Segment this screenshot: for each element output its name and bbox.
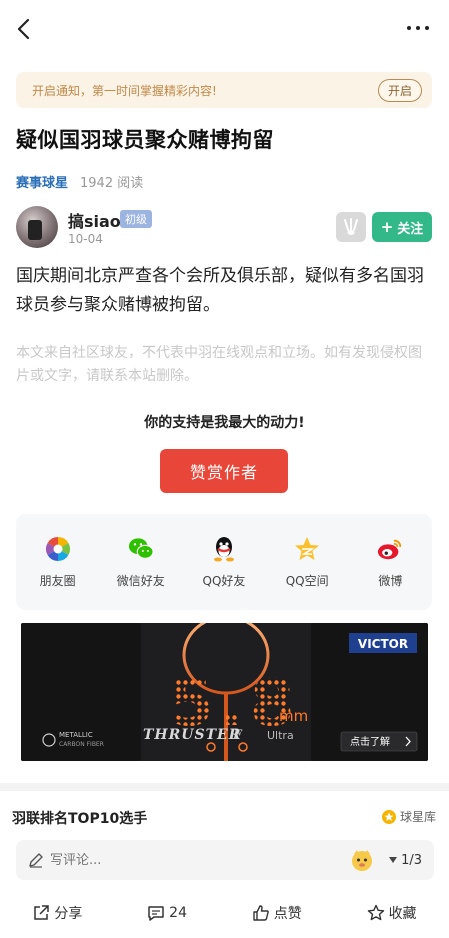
player-library-label: 球星库	[399, 810, 436, 824]
share-label: 微信好友	[116, 573, 165, 588]
pencil-icon	[29, 853, 43, 868]
author-level-badge: 初级	[120, 210, 152, 228]
ad-cta: 点击了解	[350, 735, 390, 748]
article-title: 疑似国羽球员聚众赌博拘留	[16, 128, 274, 152]
player-library-link[interactable]: 球星库	[381, 808, 436, 825]
follow-label: 关注	[397, 221, 424, 237]
favorite-label: 收藏	[388, 906, 417, 922]
comment-bar: 1/3	[16, 840, 434, 880]
star-badge-icon	[381, 809, 396, 824]
enable-notification-button[interactable]: 开启	[377, 78, 422, 102]
reward-author-button[interactable]: 赞赏作者	[160, 449, 288, 493]
ad-tag-sub: CARBON FIBER	[59, 741, 104, 748]
bottom-action-bar: 分享 24 点赞 收藏	[0, 888, 449, 938]
share-qzone[interactable]: QQ空间	[267, 536, 347, 589]
ad-product: THRUSTER	[143, 727, 241, 743]
article-disclaimer: 本文来自社区球友，不代表中羽在线观点和立场。如有发现侵权图片或文字，请联系本站删…	[16, 345, 422, 384]
follow-button[interactable]: + 关注	[372, 212, 432, 242]
share-weibo[interactable]: 微博	[350, 536, 430, 589]
notification-text: 开启通知，第一时间掌握精彩内容!	[32, 83, 217, 98]
comment-icon	[148, 906, 164, 921]
section-divider	[0, 783, 449, 791]
author-row: 搞siao 初级 10-04 + 关注	[16, 206, 432, 254]
ad-tag: METALLIC	[59, 731, 93, 739]
victor-ad-banner[interactable]: 5.8 mm VICTOR THRUSTER F Ultra METALLIC …	[21, 623, 428, 761]
thumb-up-icon	[253, 905, 269, 921]
page-number: 1/3	[401, 852, 422, 868]
comment-count: 24	[169, 905, 187, 921]
author-name[interactable]: 搞siao	[68, 208, 121, 232]
qq-icon	[211, 536, 237, 562]
emoji-icon[interactable]	[350, 848, 374, 872]
support-text: 你的支持是我最大的动力!	[144, 415, 305, 431]
share-panel: 朋友圈 微信好友 QQ好友 QQ空间 微博	[16, 514, 432, 610]
like-label: 点赞	[273, 906, 302, 922]
favorite-button[interactable]: 收藏	[367, 903, 417, 923]
star-icon	[367, 904, 384, 921]
article-body: 国庆期间北京严查各个会所及俱乐部，疑似有多名国羽球员参与聚众赌博被拘留。	[16, 266, 424, 315]
shuttlecock-badge-button[interactable]	[336, 212, 366, 242]
chevron-left-icon[interactable]	[12, 14, 36, 44]
ad-product-suffix: F	[232, 728, 243, 743]
share-qq-friend[interactable]: QQ好友	[184, 536, 264, 589]
ad-variant: Ultra	[267, 729, 294, 742]
comment-page-indicator[interactable]: 1/3	[388, 853, 422, 868]
share-button-label: 分享	[54, 906, 83, 922]
share-wechat[interactable]: 微信好友	[101, 536, 181, 589]
article-meta: 赛事球星 1942 阅读	[16, 172, 143, 191]
post-date: 10-04	[68, 232, 103, 246]
caret-down-icon	[389, 857, 398, 863]
moments-icon	[45, 536, 71, 562]
weibo-icon	[377, 536, 403, 562]
share-moments[interactable]: 朋友圈	[18, 536, 98, 589]
share-label: 微博	[378, 573, 403, 588]
more-dots-icon[interactable]	[407, 18, 435, 38]
article-category[interactable]: 赛事球星	[16, 172, 68, 191]
qzone-icon	[294, 536, 320, 562]
comment-input[interactable]	[50, 852, 351, 868]
read-count: 1942 阅读	[80, 176, 144, 191]
top-nav-bar	[0, 0, 449, 58]
share-label: QQ空间	[285, 573, 329, 588]
ranking-row[interactable]: 羽联排名TOP10选手 球星库	[12, 806, 436, 830]
avatar[interactable]	[16, 206, 58, 248]
share-button[interactable]: 分享	[32, 903, 82, 923]
shuttlecock-icon	[344, 218, 358, 235]
ad-unit: mm	[279, 707, 308, 725]
like-button[interactable]: 点赞	[252, 903, 302, 923]
wechat-icon	[128, 536, 154, 562]
comment-count-button[interactable]: 24	[147, 904, 187, 922]
share-label: QQ好友	[202, 573, 246, 588]
share-label: 朋友圈	[39, 573, 76, 588]
ranking-title: 羽联排名TOP10选手	[12, 811, 148, 827]
notification-banner: 开启通知，第一时间掌握精彩内容! 开启	[16, 72, 432, 108]
plus-icon: +	[380, 218, 394, 236]
share-icon	[34, 905, 50, 920]
ad-brand: VICTOR	[358, 637, 408, 651]
